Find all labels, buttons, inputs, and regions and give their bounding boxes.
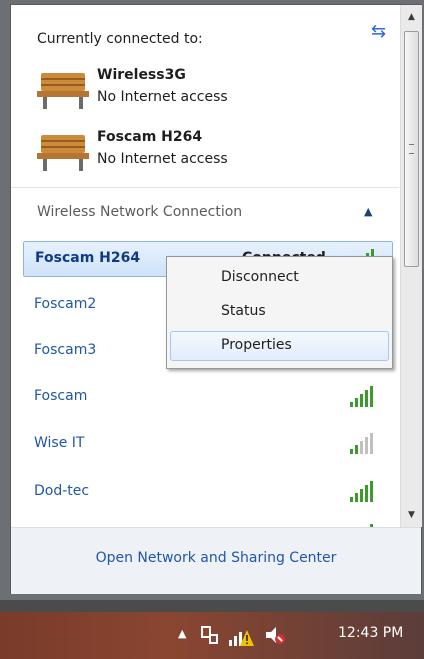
menu-item-properties[interactable]: Properties xyxy=(170,331,389,361)
network-adapter-icon[interactable] xyxy=(198,624,220,646)
network-item-foscam[interactable]: Foscam xyxy=(23,379,393,415)
network-name: Foscam H264 xyxy=(35,250,141,266)
network-item-dod-tec[interactable]: Dod-tec xyxy=(23,474,393,510)
menu-item-status[interactable]: Status xyxy=(170,297,389,327)
menu-item-label: Properties xyxy=(221,337,292,353)
connection-name: Wireless3G xyxy=(97,67,186,83)
taskbar: ▲ 12:43 PM xyxy=(0,612,424,659)
scroll-thumb[interactable] xyxy=(404,31,419,267)
context-menu: Disconnect Status Properties xyxy=(166,256,393,369)
network-list-scrollbar[interactable]: ▲ ▼ xyxy=(400,5,422,527)
menu-item-disconnect[interactable]: Disconnect xyxy=(170,263,389,293)
volume-muted-icon[interactable] xyxy=(264,624,286,646)
connection-status: No Internet access xyxy=(97,151,228,167)
network-name: Dod-tec xyxy=(34,483,90,499)
wifi-signal-warning-icon[interactable] xyxy=(228,624,254,648)
network-name: Wise IT xyxy=(34,435,85,451)
scroll-up-arrow-icon[interactable]: ▲ xyxy=(401,7,422,27)
connection-item-wireless3g: Wireless3G No Internet access xyxy=(35,67,385,115)
divider xyxy=(11,187,399,188)
network-name: Foscam3 xyxy=(34,342,97,358)
taskbar-clock[interactable]: 12:43 PM xyxy=(338,625,403,641)
menu-item-label: Disconnect xyxy=(221,269,299,285)
connected-heading: Currently connected to: xyxy=(37,31,203,47)
scroll-grip xyxy=(409,144,414,154)
section-title[interactable]: Wireless Network Connection xyxy=(37,204,242,220)
wifi-signal-icon xyxy=(350,481,373,502)
network-item-partial[interactable] xyxy=(23,517,393,527)
connection-item-foscam-h264: Foscam H264 No Internet access xyxy=(35,129,385,177)
connection-status: No Internet access xyxy=(97,89,228,105)
wifi-signal-icon xyxy=(350,386,373,407)
chevron-up-icon[interactable]: ▲ xyxy=(364,205,372,218)
open-network-sharing-center-link[interactable]: Open Network and Sharing Center xyxy=(11,550,421,566)
network-name: Foscam2 xyxy=(34,296,97,312)
network-bench-icon xyxy=(37,73,89,109)
flyout-footer: Open Network and Sharing Center xyxy=(11,527,421,594)
wifi-signal-icon xyxy=(350,433,373,454)
menu-item-label: Status xyxy=(221,303,266,319)
scroll-down-arrow-icon[interactable]: ▼ xyxy=(401,505,422,525)
connection-name: Foscam H264 xyxy=(97,129,203,145)
network-bench-icon xyxy=(37,135,89,171)
network-item-wise-it[interactable]: Wise IT xyxy=(23,426,393,462)
refresh-icon[interactable]: ⇆ xyxy=(371,21,386,42)
network-name: Foscam xyxy=(34,388,88,404)
show-hidden-icons-icon[interactable]: ▲ xyxy=(178,627,186,640)
